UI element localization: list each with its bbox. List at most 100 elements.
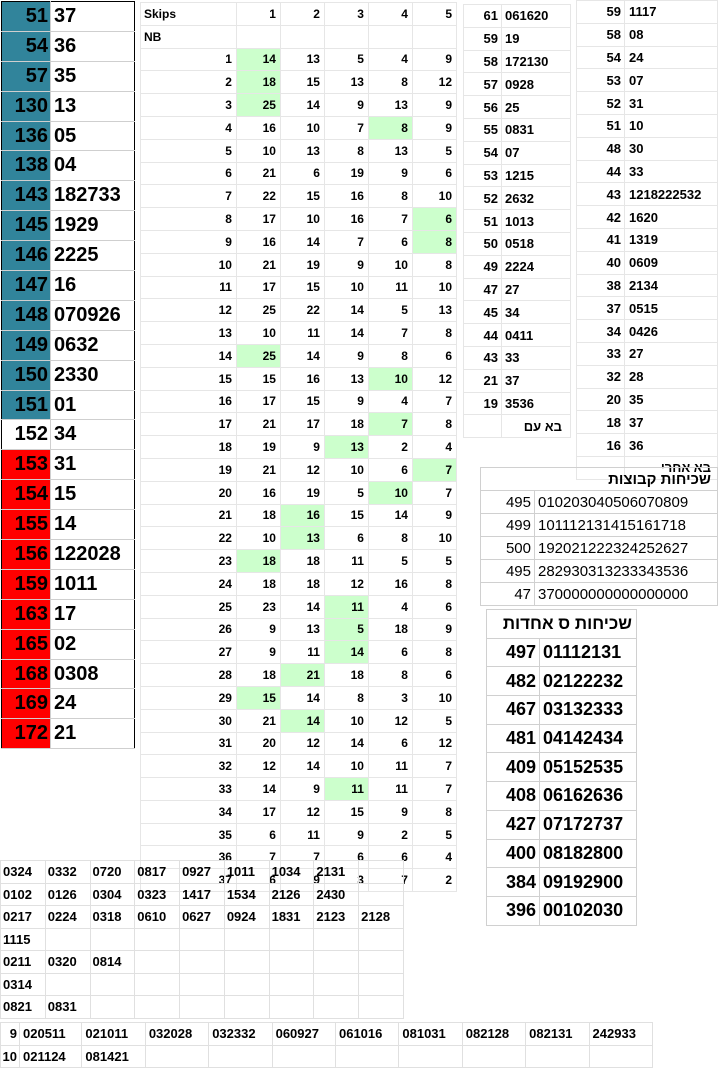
skips-cell: 10 [411, 184, 458, 209]
skips-cell: 10 [235, 138, 281, 163]
skips-cell: 9 [235, 640, 281, 665]
left-panel-value: 122028 [50, 539, 135, 570]
skips-cell: 16 [367, 571, 413, 596]
triples-cell: 032332 [208, 1022, 273, 1046]
left-panel-value: 16 [50, 270, 135, 301]
left-panel-row: 130 13 [1, 91, 135, 122]
skips-row: 12 25 22 14 5 13 [140, 298, 458, 323]
left-number-panel: 51 37 54 36 57 35 130 13 136 05 138 04 143 182733 145 1… [1, 1, 135, 750]
left-panel-number: 136 [1, 121, 51, 152]
skips-cell: 12 [323, 571, 369, 596]
ba-im-number: 56 [463, 95, 502, 119]
units-frequency-row: 482 02122232 [486, 666, 637, 697]
skips-row-number: 5 [140, 138, 237, 163]
skips-cell: 4 [367, 389, 413, 414]
ba-ahrei-number: 16 [576, 433, 625, 457]
skips-cell: 7 [411, 777, 458, 801]
skips-cell: 9 [323, 389, 369, 414]
skips-col-1: 1 [235, 2, 281, 26]
group-frequency-number: 495 [480, 559, 535, 583]
left-panel-number: 138 [1, 150, 51, 182]
pairs-cell [313, 927, 360, 951]
pairs-cell [179, 972, 225, 996]
ba-im-number: 59 [463, 26, 502, 51]
units-frequency-number: 400 [486, 838, 540, 869]
skips-cell: 12 [279, 731, 325, 756]
skips-cell: 13 [323, 435, 369, 459]
pairs-cell: 0831 [44, 995, 91, 1019]
skips-row: 21 18 16 15 14 9 [140, 503, 458, 528]
pairs-cell [134, 950, 181, 974]
units-frequency-table: שכיחות ס אחדות 497 01112131 482 02122232 467… [486, 609, 637, 926]
skips-cell: 9 [411, 93, 458, 117]
ba-ahrei-row: 54 24 [576, 45, 718, 70]
units-frequency-value: 02122232 [539, 666, 637, 697]
pairs-row: 0217 0224 0318 0610 0627 0924 1831 2123 2128 [0, 905, 404, 929]
ba-im-value: 27 [501, 277, 571, 302]
ba-im-row: 21 37 [463, 368, 571, 393]
skips-row-number: 33 [140, 777, 237, 801]
left-panel-number: 159 [1, 569, 51, 600]
skips-cell: 2 [367, 435, 413, 459]
skips-cell: 18 [235, 549, 281, 573]
ba-ahrei-value: 30 [624, 136, 718, 161]
skips-cell: 10 [279, 115, 325, 140]
ba-ahrei-value: 1117 [624, 0, 718, 24]
pairs-cell [44, 972, 91, 996]
skips-cell: 6 [235, 822, 281, 847]
left-panel-row: 149 0632 [1, 330, 135, 361]
left-panel-row: 155 14 [1, 509, 135, 541]
ba-ahrei-number: 20 [576, 387, 625, 412]
ba-ahrei-number: 32 [576, 364, 625, 389]
ba-im-label: בא עם [501, 414, 571, 439]
ba-ahrei-value: 2134 [624, 273, 718, 298]
ba-im-value: 33 [501, 345, 571, 370]
ba-ahrei-row: 16 36 [576, 433, 718, 457]
skips-row-number: 13 [140, 321, 237, 345]
skips-cell: 8 [411, 321, 458, 345]
group-frequency-header-row: שכיחות קבוצות [480, 467, 718, 491]
pairs-cell: 1417 [179, 882, 225, 906]
skips-cell: 14 [279, 229, 325, 254]
pairs-cell: 2131 [313, 860, 360, 884]
triples-cell [398, 1044, 463, 1068]
skips-cell: 13 [279, 617, 325, 642]
skips-cell: 15 [279, 275, 325, 300]
skips-cell: 17 [235, 207, 281, 231]
skips-cell: 5 [411, 549, 458, 573]
left-panel-row: 159 1011 [1, 569, 135, 600]
left-panel-number: 148 [1, 300, 51, 331]
units-frequency-number: 497 [486, 637, 540, 668]
skips-cell: 13 [323, 70, 369, 95]
skips-cell: 4 [367, 594, 413, 619]
ba-im-row: 58 172130 [463, 49, 571, 74]
triples-cell [588, 1044, 654, 1068]
skips-cell: 6 [411, 663, 458, 687]
triples-cell: 021011 [81, 1022, 146, 1046]
pairs-row: 0211 0320 0814 [0, 950, 404, 974]
pairs-cell [313, 972, 360, 996]
units-frequency-row: 481 04142434 [486, 723, 637, 754]
ba-ahrei-value: 0426 [624, 319, 718, 343]
skips-col-5: 5 [411, 2, 458, 26]
ba-ahrei-value: 10 [624, 113, 718, 138]
pairs-cell: 0324 [0, 860, 46, 884]
ba-im-row: 56 25 [463, 95, 571, 119]
ba-im-value: 0518 [501, 231, 571, 256]
ba-im-value: 19 [501, 26, 571, 51]
skips-cell: 19 [279, 252, 325, 277]
skips-row: 5 10 13 8 13 5 [140, 138, 458, 163]
skips-cell: 14 [279, 594, 325, 619]
skips-row: 7 22 15 16 8 10 [140, 184, 458, 209]
skips-cell: 5 [367, 298, 413, 323]
skips-row: 24 18 18 12 16 8 [140, 571, 458, 596]
skips-cell: 18 [235, 70, 281, 95]
skips-cell: 5 [323, 617, 369, 642]
skips-header-label: Skips [140, 2, 237, 26]
group-frequency-value: 101112131415161718 [534, 513, 718, 537]
skips-cell: 2 [411, 868, 458, 893]
pairs-cell: 0332 [44, 860, 91, 884]
triples-cell: 021124 [18, 1044, 83, 1068]
left-panel-number: 146 [1, 240, 51, 272]
ba-im-row: 43 33 [463, 345, 571, 370]
